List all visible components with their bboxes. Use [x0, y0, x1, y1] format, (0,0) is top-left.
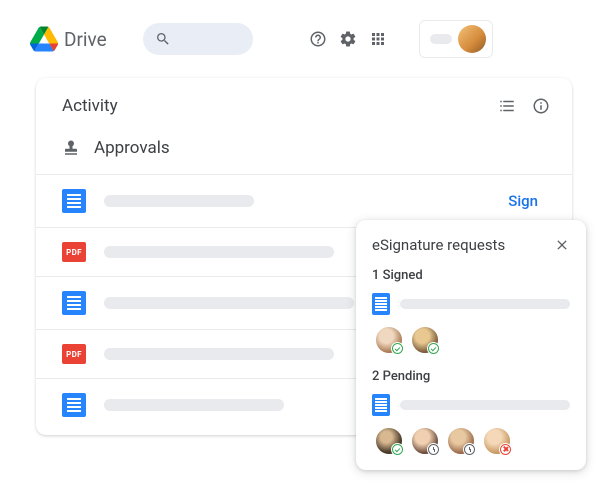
product-name: Drive: [64, 28, 107, 51]
account-chip-placeholder: [430, 34, 452, 44]
search-input[interactable]: [143, 23, 253, 55]
status-badge-signed: [391, 443, 404, 456]
signer-avatar[interactable]: [410, 426, 440, 456]
signer-avatar[interactable]: [374, 325, 404, 355]
doc-icon: [62, 291, 86, 315]
help-icon[interactable]: [309, 30, 327, 48]
apps-icon[interactable]: [369, 30, 387, 48]
search-icon: [155, 31, 171, 47]
sign-action[interactable]: Sign: [508, 192, 546, 210]
pdf-icon: PDF: [62, 344, 86, 364]
info-icon[interactable]: [532, 97, 550, 115]
file-name-placeholder: [104, 195, 254, 207]
app-header: Drive: [0, 0, 608, 70]
signed-section-label: 1 Signed: [372, 268, 570, 283]
doc-icon: [62, 189, 86, 213]
file-name-placeholder: [104, 297, 354, 309]
doc-icon: [372, 293, 390, 315]
signer-avatar[interactable]: [482, 426, 512, 456]
settings-icon[interactable]: [339, 30, 357, 48]
signer-avatars: [374, 426, 570, 456]
signer-avatars: [374, 325, 570, 355]
doc-icon: [372, 394, 390, 416]
file-name-placeholder: [104, 246, 334, 258]
esig-file-row[interactable]: [372, 293, 570, 315]
signer-avatar[interactable]: [410, 325, 440, 355]
esig-file-row[interactable]: [372, 394, 570, 416]
file-name-placeholder: [400, 400, 570, 410]
approvals-stamp-icon: [62, 139, 80, 157]
esignature-panel: eSignature requests 1 Signed 2 Pending: [356, 220, 586, 470]
status-badge-signed: [427, 342, 440, 355]
list-view-icon[interactable]: [498, 97, 516, 115]
account-chip[interactable]: [419, 20, 493, 58]
file-name-placeholder: [104, 399, 284, 411]
activity-card-header: Activity: [36, 96, 572, 130]
card-header-icons: [498, 97, 550, 115]
drive-logo-icon: [30, 26, 58, 52]
status-badge-pending: [463, 443, 476, 456]
status-badge-pending: [427, 443, 440, 456]
esignature-title: eSignature requests: [372, 236, 505, 254]
pdf-icon: PDF: [62, 242, 86, 262]
user-avatar: [458, 25, 486, 53]
doc-icon: [62, 393, 86, 417]
signer-avatar[interactable]: [374, 426, 404, 456]
approvals-label: Approvals: [94, 138, 170, 158]
drive-logo-area[interactable]: Drive: [30, 26, 107, 52]
close-icon[interactable]: [554, 237, 570, 253]
activity-title: Activity: [62, 96, 118, 116]
esignature-header: eSignature requests: [372, 236, 570, 254]
file-name-placeholder: [400, 299, 570, 309]
pending-section-label: 2 Pending: [372, 369, 570, 384]
approvals-section: Approvals: [36, 130, 572, 174]
status-badge-signed: [391, 342, 404, 355]
header-icon-group: [309, 30, 387, 48]
file-name-placeholder: [104, 348, 334, 360]
status-badge-declined: [499, 443, 512, 456]
signer-avatar[interactable]: [446, 426, 476, 456]
